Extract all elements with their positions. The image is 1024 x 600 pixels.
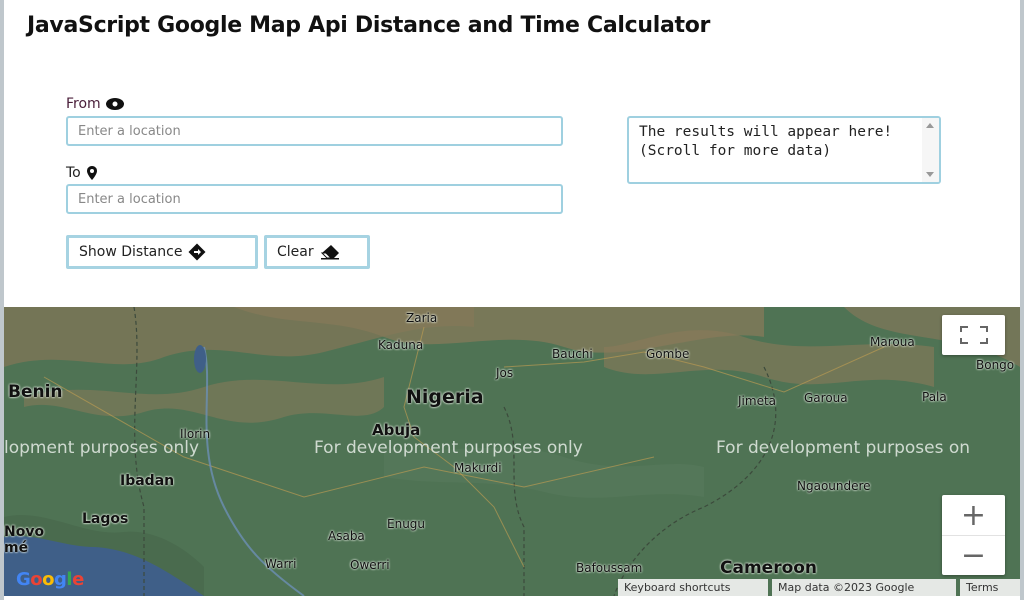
- to-label: To: [66, 165, 99, 181]
- map-data-attribution: Map data ©2023 Google: [772, 579, 956, 596]
- place-jos: Jos: [496, 366, 514, 380]
- from-label: From: [66, 96, 125, 112]
- results-text: The results will appear here! (Scroll fo…: [639, 124, 893, 159]
- place-gombe: Gombe: [646, 347, 690, 361]
- from-input[interactable]: [66, 116, 563, 146]
- show-distance-label: Show Distance: [79, 244, 183, 260]
- show-distance-button[interactable]: Show Distance: [66, 235, 258, 269]
- place-warri: Warri: [265, 557, 297, 571]
- place-me: mé: [4, 540, 29, 556]
- record-icon: [105, 98, 124, 110]
- place-kaduna: Kaduna: [378, 338, 424, 352]
- dev-watermark-left: lopment purposes only: [4, 438, 200, 458]
- page-title: JavaScript Google Map Api Distance and T…: [27, 13, 711, 38]
- page: JavaScript Google Map Api Distance and T…: [0, 0, 1024, 600]
- clear-button[interactable]: Clear: [264, 235, 370, 269]
- eraser-icon: [320, 245, 339, 260]
- zoom-in-button[interactable]: +: [942, 495, 1005, 535]
- zoom-out-button[interactable]: −: [942, 535, 1005, 575]
- place-jimeta: Jimeta: [738, 394, 777, 408]
- place-makurdi: Makurdi: [454, 461, 502, 475]
- place-enugu: Enugu: [387, 517, 426, 531]
- right-window-edge: [1020, 0, 1024, 600]
- place-maroua: Maroua: [870, 335, 915, 349]
- from-label-text: From: [66, 96, 101, 112]
- place-lagos: Lagos: [82, 511, 129, 527]
- clear-label: Clear: [277, 244, 314, 260]
- place-ngaoundere: Ngaoundere: [797, 479, 871, 493]
- place-pala: Pala: [922, 390, 947, 404]
- place-nigeria: Nigeria: [406, 386, 484, 408]
- place-asaba: Asaba: [328, 529, 365, 543]
- place-ibadan: Ibadan: [120, 473, 175, 489]
- to-label-text: To: [66, 165, 81, 181]
- to-input[interactable]: [66, 184, 563, 214]
- google-logo[interactable]: Google: [16, 569, 84, 590]
- place-garoua: Garoua: [804, 391, 848, 405]
- place-zaria: Zaria: [406, 311, 438, 325]
- fullscreen-icon: [959, 326, 988, 344]
- place-novo: Novo: [4, 524, 45, 540]
- place-bongo: Bongo: [976, 358, 1015, 372]
- results-scrollbar[interactable]: [922, 118, 939, 182]
- scroll-down-arrow-icon[interactable]: [926, 172, 934, 177]
- place-owerri: Owerri: [350, 558, 390, 572]
- dev-watermark-right: For development purposes on: [716, 438, 971, 458]
- place-bafoussam: Bafoussam: [576, 561, 643, 575]
- place-benin: Benin: [8, 382, 63, 402]
- zoom-control: + −: [942, 495, 1005, 575]
- keyboard-shortcuts-link[interactable]: Keyboard shortcuts: [618, 579, 768, 596]
- fullscreen-button[interactable]: [942, 315, 1005, 355]
- scroll-up-arrow-icon[interactable]: [926, 123, 934, 128]
- place-abuja: Abuja: [372, 421, 421, 439]
- results-textarea[interactable]: The results will appear here! (Scroll fo…: [627, 116, 941, 184]
- place-cameroon: Cameroon: [720, 558, 818, 578]
- map-canvas[interactable]: Zaria Kaduna Bauchi Gombe Maroua Benin J…: [4, 307, 1020, 596]
- directions-icon: [188, 243, 206, 261]
- place-bauchi: Bauchi: [552, 347, 593, 361]
- dev-watermark-mid: For development purposes only: [314, 438, 583, 458]
- map-pin-icon: [86, 166, 97, 180]
- terms-link[interactable]: Terms: [960, 579, 1020, 596]
